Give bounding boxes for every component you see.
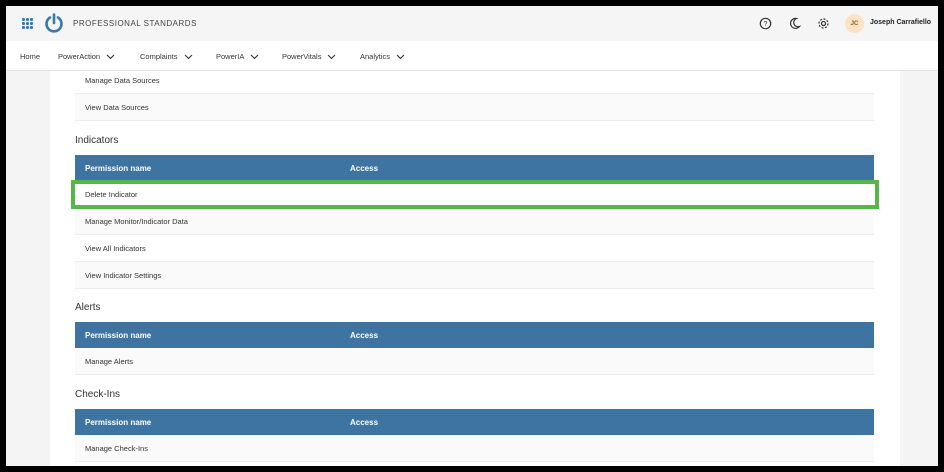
nav-item-complaints[interactable]: Complaints xyxy=(140,52,193,61)
brand-title: PROFESSIONAL STANDARDS xyxy=(73,19,197,28)
nav-item-poweria[interactable]: PowerIA xyxy=(216,52,259,61)
apps-grid-icon[interactable] xyxy=(22,18,33,29)
table-header: Permission name Access xyxy=(75,155,874,181)
app-window: PROFESSIONAL STANDARDS ? JC Joseph Carra… xyxy=(6,6,938,466)
help-icon[interactable]: ? xyxy=(759,17,772,30)
svg-text:?: ? xyxy=(764,21,768,28)
table-row[interactable]: Manage Monitor/Indicator Data xyxy=(75,208,874,235)
nav-item-analytics[interactable]: Analytics xyxy=(360,52,405,61)
table-row[interactable]: View All Indicators xyxy=(75,235,874,262)
column-header-access: Access xyxy=(350,164,379,173)
avatar[interactable]: JC xyxy=(845,14,864,33)
chevron-down-icon xyxy=(184,54,192,59)
moon-icon[interactable] xyxy=(788,17,801,30)
column-header-permission: Permission name xyxy=(85,418,152,427)
power-logo-icon[interactable] xyxy=(44,13,64,34)
chevron-down-icon xyxy=(328,54,336,59)
chevron-down-icon xyxy=(106,54,115,59)
nav-item-label: Home xyxy=(20,52,41,61)
permission-name: View Data Sources xyxy=(85,102,149,112)
permission-name: Manage Monitor/Indicator Data xyxy=(85,216,188,226)
column-header-access: Access xyxy=(350,331,379,340)
nav-item-home[interactable]: Home xyxy=(20,52,40,61)
nav-item-label: Complaints xyxy=(140,52,178,61)
permission-name: View All Indicators xyxy=(85,243,146,253)
chevron-down-icon xyxy=(250,54,259,59)
section-title-indicators: Indicators xyxy=(75,135,119,146)
column-header-access: Access xyxy=(350,418,379,427)
top-bar: PROFESSIONAL STANDARDS ? JC Joseph Carra… xyxy=(6,6,938,41)
table-row[interactable]: Manage Data Sources xyxy=(75,67,874,94)
user-name[interactable]: Joseph Carrafiello xyxy=(870,19,931,26)
nav-item-label: Analytics xyxy=(360,52,391,61)
nav-item-label: PowerAction xyxy=(58,52,101,61)
table-header: Permission name Access xyxy=(75,322,874,348)
section-title-alerts: Alerts xyxy=(75,302,101,313)
chevron-down-icon xyxy=(396,54,405,59)
table-row[interactable]: View Indicator Settings xyxy=(75,262,874,289)
section-title-checkins: Check-Ins xyxy=(75,389,121,400)
nav-item-powervitals[interactable]: PowerVitals xyxy=(282,52,336,61)
table-row[interactable]: Manage Alerts xyxy=(75,348,874,375)
avatar-initials: JC xyxy=(850,20,859,27)
nav-item-label: PowerIA xyxy=(216,52,245,61)
column-header-permission: Permission name xyxy=(85,331,152,340)
nav-item-label: PowerVitals xyxy=(282,52,322,61)
table-row[interactable]: View Data Sources xyxy=(75,94,874,121)
permission-name: Manage Alerts xyxy=(85,356,133,366)
gear-icon[interactable] xyxy=(817,17,830,30)
table-row[interactable]: Manage Check-Ins xyxy=(75,435,874,462)
highlight-box xyxy=(71,180,879,209)
permission-name: View Indicator Settings xyxy=(85,270,162,280)
table-header: Permission name Access xyxy=(75,409,874,435)
nav-item-poweraction[interactable]: PowerAction xyxy=(58,52,115,61)
permission-name: Manage Data Sources xyxy=(85,75,160,85)
column-header-permission: Permission name xyxy=(85,164,152,173)
permission-name: Manage Check-Ins xyxy=(85,443,148,453)
